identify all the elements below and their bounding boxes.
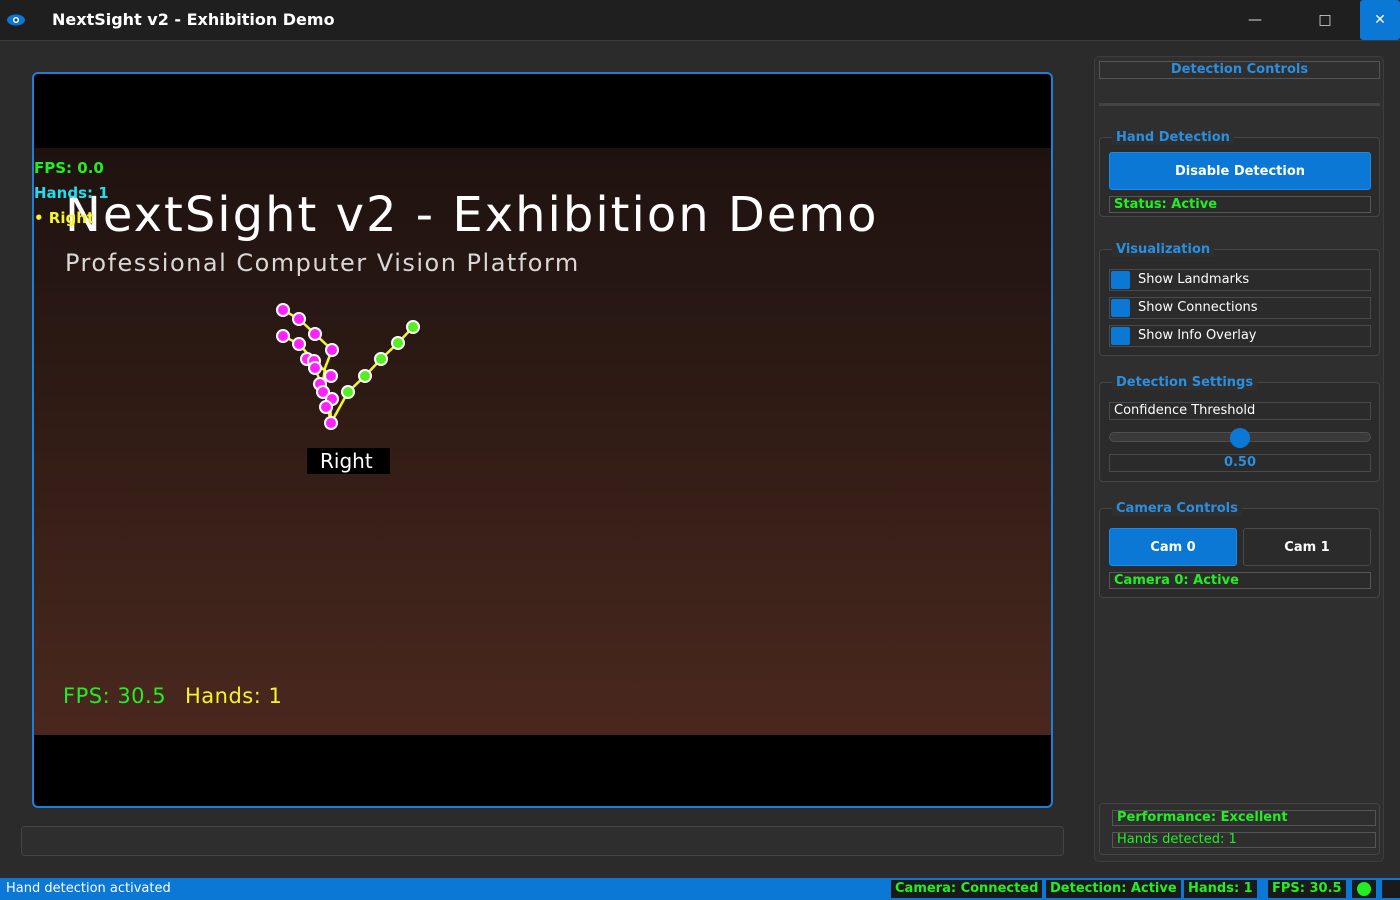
group-title: Hand Detection — [1112, 130, 1234, 145]
performance-group: Performance: Excellent Hands detected: 1 — [1099, 803, 1380, 855]
maximize-button[interactable]: □ — [1305, 0, 1345, 40]
landmark — [324, 416, 338, 430]
status-indicator-icon — [1357, 882, 1371, 896]
detection-status: Status: Active — [1109, 196, 1371, 213]
panel-title: Detection Controls — [1099, 61, 1380, 79]
video-overlay-canvas: NextSight v2 - Exhibition Demo Professio… — [63, 187, 879, 708]
disable-detection-button[interactable]: Disable Detection — [1109, 152, 1371, 190]
panel-divider — [1099, 103, 1380, 106]
status-message: Hand detection activated — [6, 881, 171, 896]
landmark — [325, 343, 339, 357]
fps-status-chip: FPS: 30.5 — [1268, 880, 1346, 898]
hand-landmarks — [276, 303, 420, 430]
landmark — [358, 369, 372, 383]
group-title: Visualization — [1112, 242, 1215, 257]
status-end-block — [1382, 880, 1400, 898]
landmark — [406, 320, 420, 334]
threshold-slider[interactable] — [1109, 428, 1371, 448]
close-button[interactable]: ✕ — [1360, 0, 1400, 40]
overlay-hands: Hands: 1 — [34, 184, 109, 202]
landmark — [319, 400, 333, 414]
hands-detected: Hands detected: 1 — [1112, 832, 1376, 848]
minimize-button[interactable]: — — [1235, 0, 1275, 40]
visualization-group: Visualization Show Landmarks Show Connec… — [1099, 242, 1380, 356]
video-footer-fps: FPS: 30.5 — [63, 684, 166, 708]
checkbox-checked[interactable] — [1111, 299, 1130, 317]
main-area: NextSight v2 - Exhibition Demo Professio… — [0, 42, 1400, 878]
performance-status: Performance: Excellent — [1112, 810, 1376, 826]
hands-status-chip: Hands: 1 — [1184, 880, 1257, 898]
hand-connections — [282, 308, 414, 424]
checkbox-label: Show Connections — [1138, 300, 1258, 315]
cam0-button[interactable]: Cam 0 — [1109, 528, 1237, 566]
landmark — [308, 361, 322, 375]
detection-settings-group: Detection Settings Confidence Threshold … — [1099, 375, 1380, 482]
camera-controls-group: Camera Controls Cam 0 Cam 1 Camera 0: Ac… — [1099, 501, 1380, 598]
eye-icon — [7, 14, 25, 26]
video-footer-hands: Hands: 1 — [185, 684, 282, 708]
checkbox-label: Show Landmarks — [1138, 272, 1250, 287]
landmark — [341, 385, 355, 399]
landmark — [374, 352, 388, 366]
title-bar: NextSight v2 - Exhibition Demo — □ ✕ — [0, 0, 1400, 41]
overlay-fps: FPS: 0.0 — [34, 159, 104, 177]
landmark — [292, 312, 306, 326]
overlay-hand-label: • Right — [34, 209, 95, 227]
show-landmarks-checkbox[interactable]: Show Landmarks — [1109, 269, 1371, 291]
hand-tag-label: Right — [320, 449, 373, 473]
hand-detection-group: Hand Detection Disable Detection Status:… — [1099, 130, 1380, 217]
threshold-label: Confidence Threshold — [1109, 402, 1371, 420]
video-heading: NextSight v2 - Exhibition Demo — [65, 187, 879, 243]
control-panel: Detection Controls Hand Detection Disabl… — [1094, 56, 1384, 862]
landmark — [308, 327, 322, 341]
slider-thumb[interactable] — [1230, 428, 1250, 448]
camera-status: Camera 0: Active — [1109, 572, 1371, 589]
checkbox-checked[interactable] — [1111, 327, 1130, 345]
video-feed: NextSight v2 - Exhibition Demo Professio… — [32, 72, 1053, 808]
landmark — [292, 337, 306, 351]
video-subheading: Professional Computer Vision Platform — [65, 249, 580, 277]
threshold-value: 0.50 — [1109, 454, 1371, 472]
log-strip — [21, 826, 1064, 856]
status-bar: Hand detection activated Camera: Connect… — [0, 878, 1400, 900]
show-connections-checkbox[interactable]: Show Connections — [1109, 297, 1371, 319]
landmark — [276, 329, 290, 343]
checkbox-label: Show Info Overlay — [1138, 328, 1257, 343]
landmark — [276, 303, 290, 317]
checkbox-checked[interactable] — [1111, 271, 1130, 289]
group-title: Detection Settings — [1112, 375, 1258, 390]
detection-status-chip: Detection: Active — [1046, 880, 1181, 898]
show-info-overlay-checkbox[interactable]: Show Info Overlay — [1109, 325, 1371, 347]
group-title: Camera Controls — [1112, 501, 1242, 516]
camera-status-chip: Camera: Connected — [891, 880, 1043, 898]
cam1-button[interactable]: Cam 1 — [1243, 528, 1371, 566]
landmark — [324, 369, 338, 383]
window-title: NextSight v2 - Exhibition Demo — [52, 10, 335, 29]
landmark — [391, 336, 405, 350]
